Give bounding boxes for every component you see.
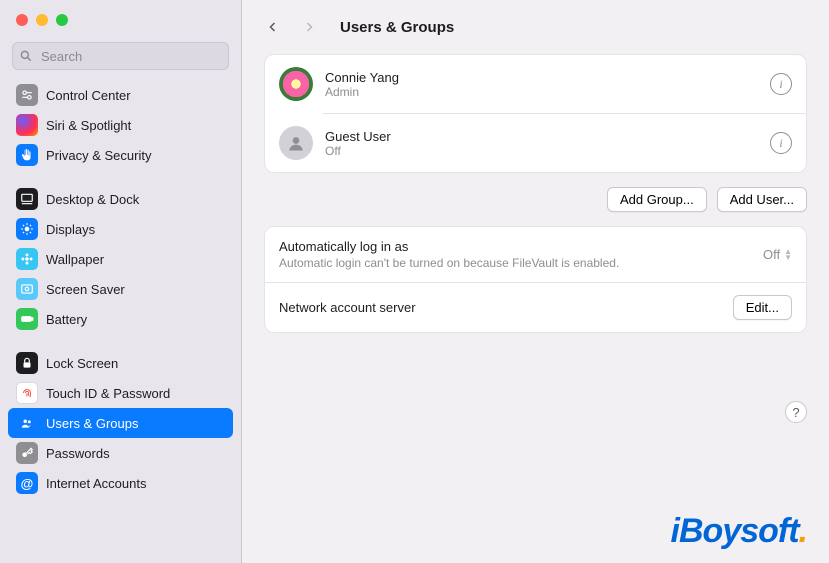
- sidebar-item-wallpaper[interactable]: Wallpaper: [8, 244, 233, 274]
- user-row[interactable]: Guest User Off i: [265, 114, 806, 172]
- sidebar: Control Center Siri & Spotlight Privacy …: [0, 0, 242, 563]
- sidebar-nav: Control Center Siri & Spotlight Privacy …: [0, 80, 241, 563]
- user-info: Connie Yang Admin: [325, 70, 758, 99]
- sidebar-item-lock-screen[interactable]: Lock Screen: [8, 348, 233, 378]
- sidebar-item-label: Screen Saver: [46, 282, 125, 297]
- add-user-button[interactable]: Add User...: [717, 187, 807, 212]
- user-role: Off: [325, 144, 758, 158]
- setting-value-text: Off: [763, 247, 780, 262]
- sun-icon: [16, 218, 38, 240]
- help-button[interactable]: ?: [785, 401, 807, 423]
- sidebar-item-screen-saver[interactable]: Screen Saver: [8, 274, 233, 304]
- siri-icon: [16, 114, 38, 136]
- sidebar-item-label: Desktop & Dock: [46, 192, 139, 207]
- sidebar-item-users-groups[interactable]: Users & Groups: [8, 408, 233, 438]
- close-window-button[interactable]: [16, 14, 28, 26]
- user-row[interactable]: Connie Yang Admin i: [265, 55, 806, 113]
- sidebar-item-label: Passwords: [46, 446, 110, 461]
- sidebar-item-label: Internet Accounts: [46, 476, 146, 491]
- people-icon: [16, 412, 38, 434]
- sidebar-item-privacy-security[interactable]: Privacy & Security: [8, 140, 233, 170]
- avatar: [279, 67, 313, 101]
- sidebar-item-battery[interactable]: Battery: [8, 304, 233, 334]
- auto-login-row[interactable]: Automatically log in as Automatic login …: [265, 227, 806, 282]
- edit-network-server-button[interactable]: Edit...: [733, 295, 792, 320]
- minimize-window-button[interactable]: [36, 14, 48, 26]
- sidebar-item-label: Users & Groups: [46, 416, 138, 431]
- users-list-panel: Connie Yang Admin i Guest User Off i: [264, 54, 807, 173]
- chevron-updown-icon: ▲▼: [784, 249, 792, 261]
- toolbar: Users & Groups: [242, 0, 829, 54]
- sidebar-item-label: Privacy & Security: [46, 148, 151, 163]
- setting-label: Network account server: [279, 300, 721, 315]
- search-input[interactable]: [12, 42, 229, 70]
- main-panel: Users & Groups Connie Yang Admin i Guest…: [242, 0, 829, 563]
- back-button[interactable]: [262, 13, 284, 41]
- watermark-logo: iBoysoft.: [671, 512, 807, 551]
- settings-panel: Automatically log in as Automatic login …: [264, 226, 807, 333]
- sidebar-item-desktop-dock[interactable]: Desktop & Dock: [8, 184, 233, 214]
- sidebar-item-label: Lock Screen: [46, 356, 118, 371]
- sidebar-item-label: Touch ID & Password: [46, 386, 170, 401]
- sidebar-item-passwords[interactable]: Passwords: [8, 438, 233, 468]
- add-group-button[interactable]: Add Group...: [607, 187, 707, 212]
- battery-icon: [16, 308, 38, 330]
- avatar: [279, 126, 313, 160]
- auto-login-value[interactable]: Off ▲▼: [763, 247, 792, 262]
- user-name: Connie Yang: [325, 70, 758, 85]
- hand-icon: [16, 144, 38, 166]
- at-icon: @: [16, 472, 38, 494]
- flower-icon: [16, 248, 38, 270]
- forward-button[interactable]: [298, 13, 320, 41]
- sidebar-item-internet-accounts[interactable]: @ Internet Accounts: [8, 468, 233, 498]
- setting-subtext: Automatic login can't be turned on becau…: [279, 256, 751, 270]
- fingerprint-icon: [16, 382, 38, 404]
- sidebar-item-displays[interactable]: Displays: [8, 214, 233, 244]
- sidebar-item-label: Siri & Spotlight: [46, 118, 131, 133]
- sidebar-item-label: Wallpaper: [46, 252, 104, 267]
- screensaver-icon: [16, 278, 38, 300]
- user-actions: Add Group... Add User...: [264, 187, 807, 212]
- page-title: Users & Groups: [340, 19, 454, 36]
- desktop-icon: [16, 188, 38, 210]
- search-field-wrap: [12, 42, 229, 70]
- content-area: Connie Yang Admin i Guest User Off i Add…: [242, 54, 829, 353]
- key-icon: [16, 442, 38, 464]
- fullscreen-window-button[interactable]: [56, 14, 68, 26]
- network-server-row: Network account server Edit...: [265, 282, 806, 332]
- user-name: Guest User: [325, 129, 758, 144]
- info-icon[interactable]: i: [770, 132, 792, 154]
- sidebar-item-label: Battery: [46, 312, 87, 327]
- sidebar-item-label: Control Center: [46, 88, 131, 103]
- setting-label: Automatically log in as: [279, 239, 751, 254]
- info-icon[interactable]: i: [770, 73, 792, 95]
- sidebar-item-siri-spotlight[interactable]: Siri & Spotlight: [8, 110, 233, 140]
- user-info: Guest User Off: [325, 129, 758, 158]
- window-controls: [0, 0, 241, 36]
- sidebar-item-touch-id[interactable]: Touch ID & Password: [8, 378, 233, 408]
- user-role: Admin: [325, 85, 758, 99]
- lock-icon: [16, 352, 38, 374]
- sidebar-item-label: Displays: [46, 222, 95, 237]
- control-center-icon: [16, 84, 38, 106]
- sidebar-item-control-center[interactable]: Control Center: [8, 80, 233, 110]
